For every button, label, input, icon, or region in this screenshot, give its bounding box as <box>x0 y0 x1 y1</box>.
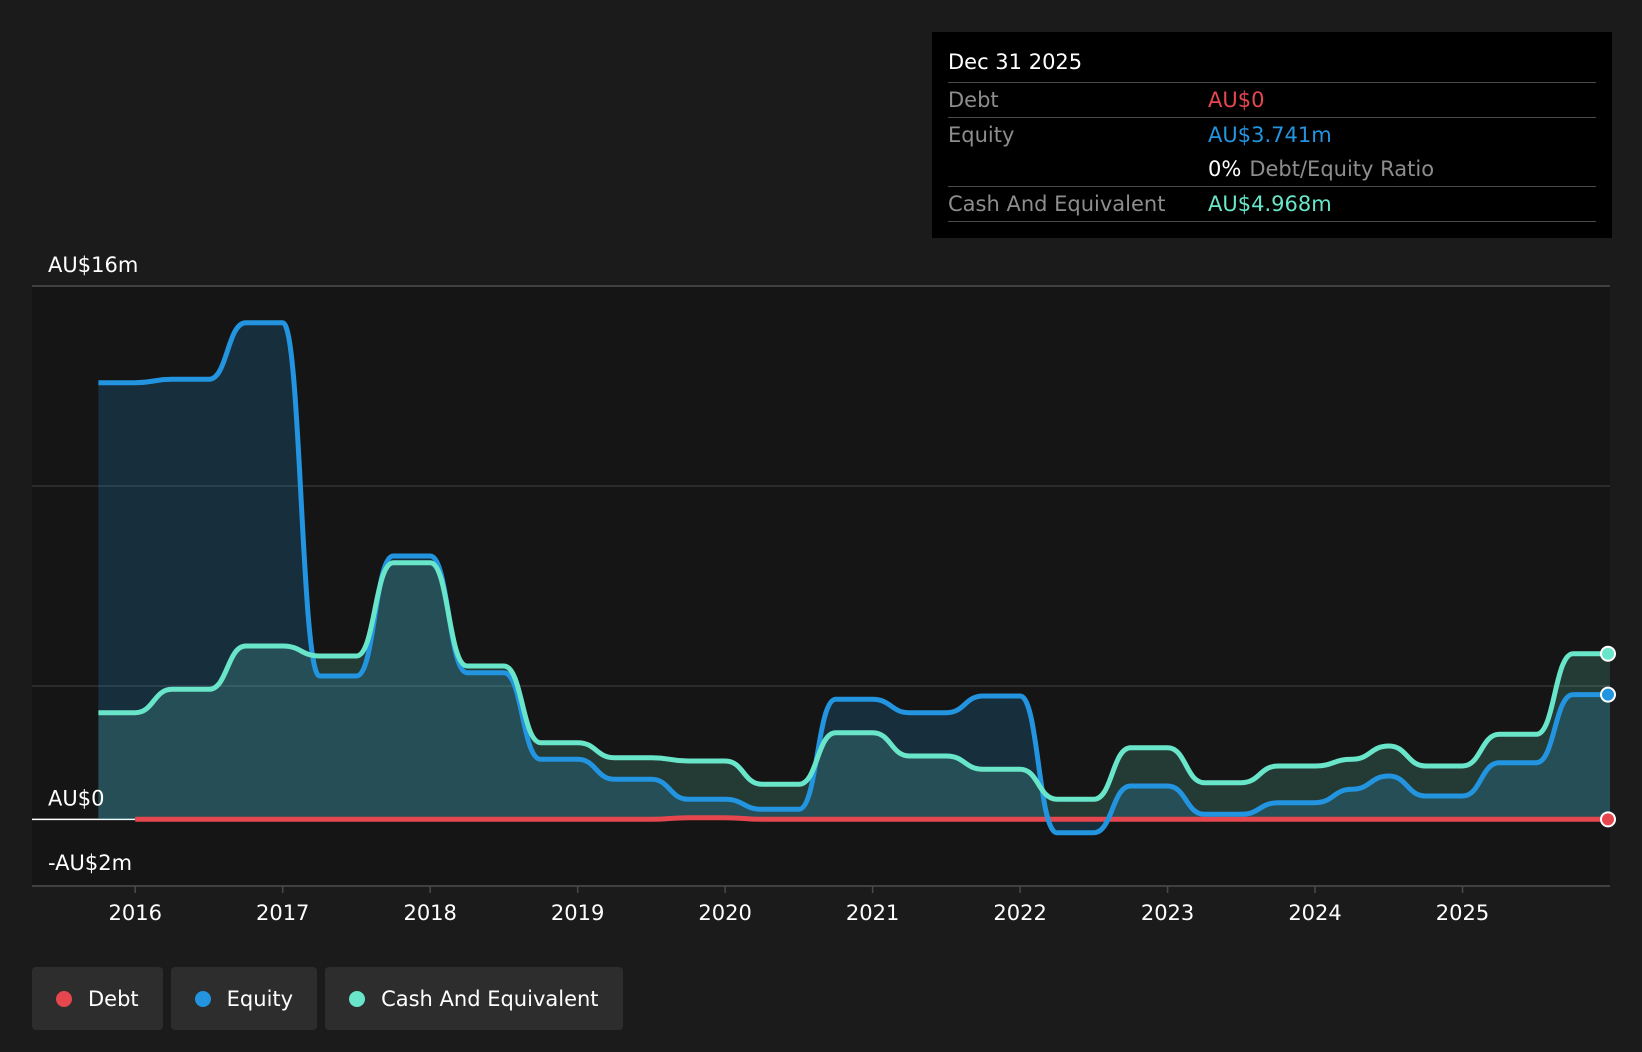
x-tick-label: 2019 <box>551 901 604 925</box>
tooltip-debt-value: AU$0 <box>1208 88 1265 112</box>
x-tick-label: 2021 <box>846 901 899 925</box>
tooltip-date: Dec 31 2025 <box>948 32 1596 83</box>
tooltip-equity-value: AU$3.741m <box>1208 123 1332 147</box>
legend-item-cash[interactable]: Cash And Equivalent <box>325 967 623 1030</box>
tooltip-ratio-label: Debt/Equity Ratio <box>1249 157 1435 181</box>
tooltip-row-debt: Debt AU$0 <box>948 83 1596 118</box>
x-tick-label: 2023 <box>1141 901 1194 925</box>
legend-label-equity: Equity <box>226 986 294 1011</box>
legend-label-cash: Cash And Equivalent <box>381 986 599 1011</box>
x-tick-label: 2018 <box>403 901 456 925</box>
x-tick-label: 2020 <box>698 901 751 925</box>
equity-dot-icon <box>194 990 211 1007</box>
debt-end-marker <box>1600 811 1616 828</box>
tooltip-panel: Dec 31 2025 Debt AU$0 Equity AU$3.741m 0… <box>932 32 1612 238</box>
legend-label-debt: Debt <box>88 986 139 1011</box>
x-tick-label: 2025 <box>1436 901 1489 925</box>
tooltip-ratio-value: 0% <box>1208 157 1242 181</box>
x-tick-label: 2016 <box>109 901 162 925</box>
tooltip-cash-value: AU$4.968m <box>1208 192 1332 216</box>
x-tick-label: 2022 <box>993 901 1046 925</box>
y-tick-label: AU$0 <box>48 786 104 810</box>
equity-end-marker <box>1600 686 1616 703</box>
y-tick-label: -AU$2m <box>48 851 132 875</box>
tooltip-cash-label: Cash And Equivalent <box>948 192 1166 216</box>
tooltip-row-cash: Cash And Equivalent AU$4.968m <box>948 187 1596 222</box>
debt-line <box>135 815 1610 822</box>
legend-item-debt[interactable]: Debt <box>32 967 163 1030</box>
tooltip-debt-label: Debt <box>948 88 999 112</box>
tooltip-row-ratio: 0% Debt/Equity Ratio <box>948 152 1596 187</box>
y-tick-label: AU$16m <box>48 253 138 277</box>
x-tick-label: 2017 <box>256 901 309 925</box>
x-tick-label: 2024 <box>1288 901 1341 925</box>
chart-legend: Debt Equity Cash And Equivalent <box>32 967 623 1030</box>
legend-item-equity[interactable]: Equity <box>170 967 318 1030</box>
cash-and-equivalent-end-marker <box>1600 645 1616 662</box>
cash-dot-icon <box>349 990 366 1007</box>
tooltip-row-equity: Equity AU$3.741m <box>948 118 1596 152</box>
debt-dot-icon <box>56 990 72 1007</box>
tooltip-equity-label: Equity <box>948 123 1015 147</box>
